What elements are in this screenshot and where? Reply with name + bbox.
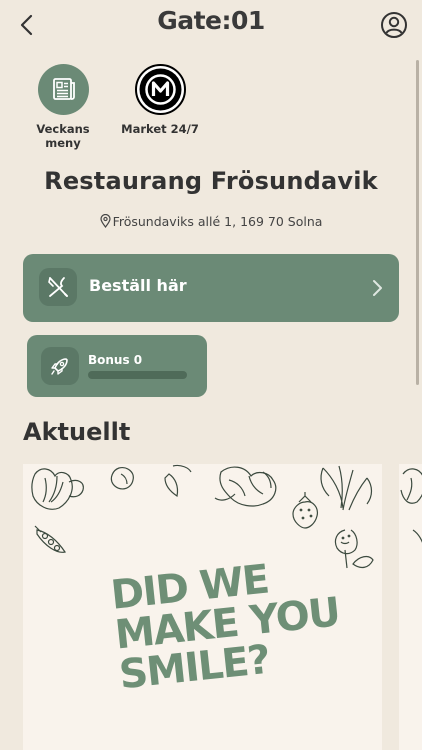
scrollbar[interactable] [416, 60, 419, 385]
shortcut-weekly-menu[interactable]: Veckans meny [28, 64, 98, 150]
restaurant-name: Restaurang Frösundavik [44, 167, 378, 195]
user-circle-icon [381, 12, 407, 38]
order-icon-box [39, 268, 77, 306]
vegetable-illustration-icon [400, 468, 422, 543]
bonus-card[interactable]: Bonus 0 [27, 335, 207, 397]
bonus-progress-bar [88, 371, 187, 379]
cutlery-icon [48, 277, 68, 297]
profile-button[interactable] [380, 11, 408, 39]
newspaper-icon [52, 78, 75, 100]
shortcut-market-label: Market 24/7 [121, 122, 199, 136]
location-pin-icon [99, 213, 111, 228]
shortcut-market-circle [134, 64, 186, 115]
shortcut-weekly-menu-label: Veckans meny [36, 122, 90, 150]
rocket-icon [51, 358, 68, 375]
news-card-slogan: DID WE MAKE YOU SMILE? [109, 552, 345, 699]
order-button[interactable]: Beställ här [23, 254, 399, 322]
shortcut-market[interactable]: Market 24/7 [120, 64, 200, 136]
shortcut-row: Veckans meny Market 24/7 [30, 64, 410, 154]
news-card[interactable]: DID WE MAKE YOU SMILE? [23, 464, 382, 750]
shortcut-weekly-menu-circle [37, 64, 89, 115]
order-label: Beställ här [89, 276, 187, 295]
bonus-icon-box [41, 347, 79, 385]
bonus-label: Bonus 0 [88, 353, 143, 367]
restaurant-address-text: Frösundaviks allé 1, 169 70 Solna [112, 214, 323, 229]
restaurant-address: Frösundaviks allé 1, 169 70 Solna [0, 213, 422, 229]
app-header: Gate:01 [0, 0, 422, 50]
chevron-right-icon [373, 280, 382, 296]
app-logo: Gate:01 [157, 6, 265, 35]
news-card-next[interactable] [399, 464, 422, 750]
market-logo-icon [139, 68, 181, 111]
news-section-title: Aktuellt [23, 418, 131, 446]
